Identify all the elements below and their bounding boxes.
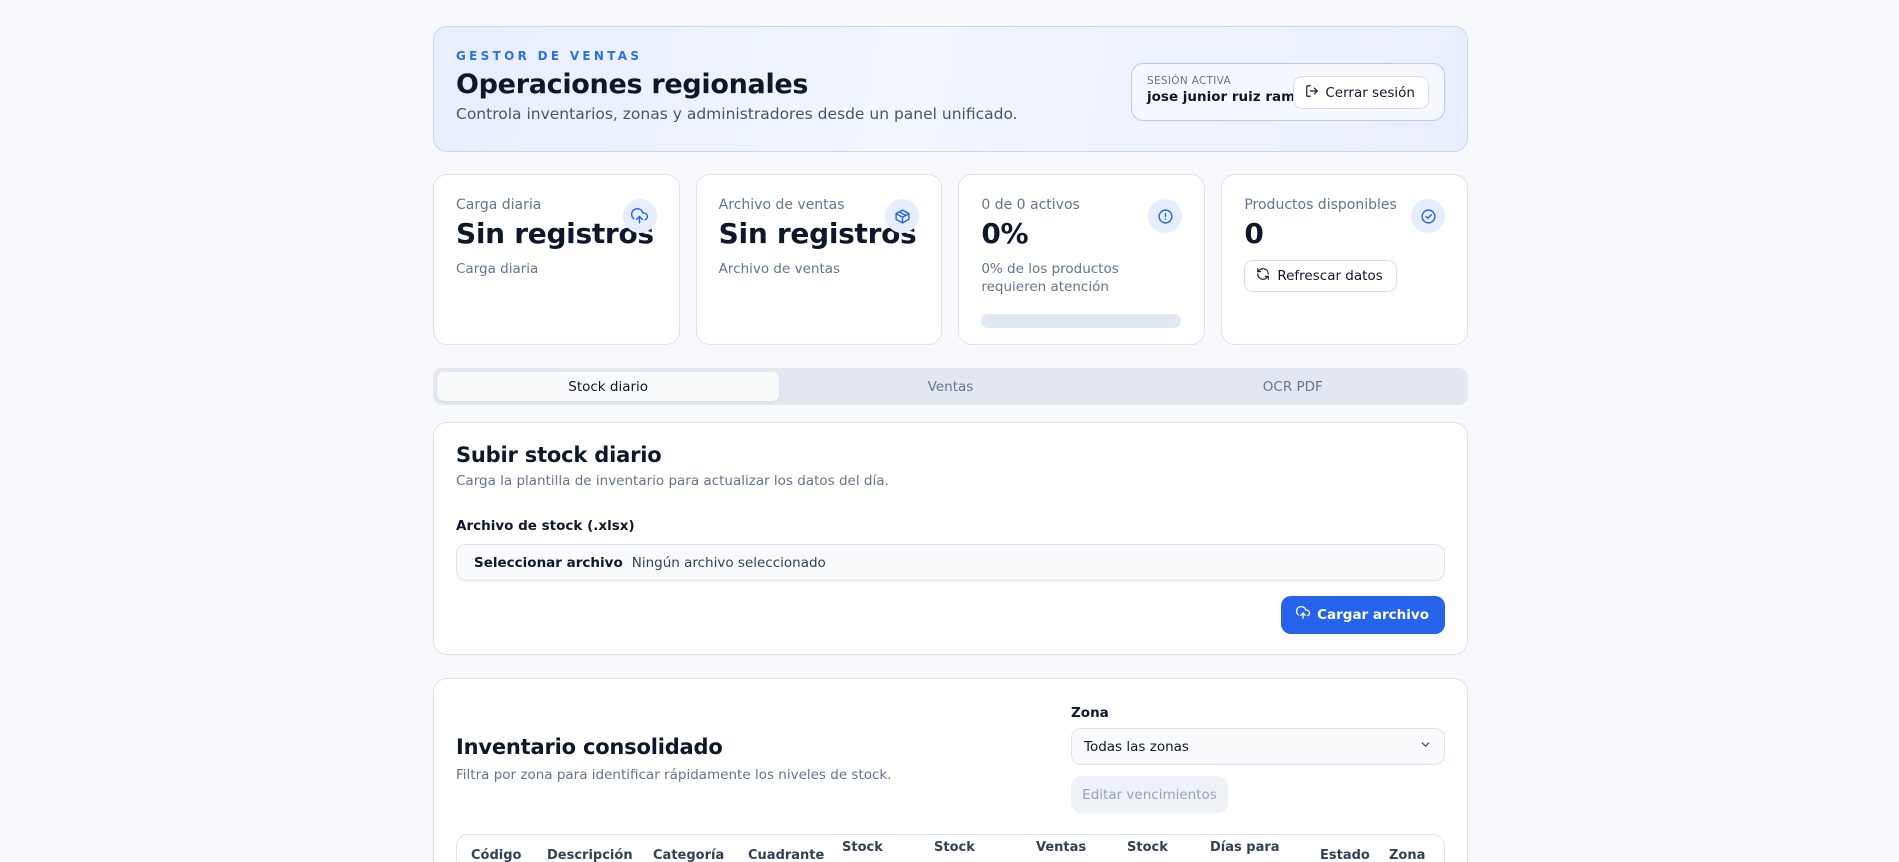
column-header-stock-3[interactable]: Stock bbox=[1127, 839, 1168, 856]
header-banner: GESTOR DE VENTAS Operaciones regionales … bbox=[433, 26, 1468, 152]
upload-file-label: Cargar archivo bbox=[1317, 607, 1429, 623]
inventory-table-header: Código Descripción Categoría Cuadrante S… bbox=[456, 834, 1445, 862]
stat-cards: Carga diaria Sin registros Carga diaria … bbox=[433, 174, 1469, 345]
cloud-upload-icon bbox=[1296, 606, 1311, 624]
column-header-days-to[interactable]: Días para bbox=[1210, 839, 1280, 856]
inventory-title: Inventario consolidado bbox=[456, 735, 723, 759]
check-badge-icon bbox=[1411, 199, 1446, 233]
file-name: Ningún archivo seleccionado bbox=[631, 554, 826, 571]
zone-select[interactable]: Todas las zonas bbox=[1071, 728, 1445, 765]
stat-card-desc: 0% de los productos requieren atención bbox=[981, 261, 1119, 295]
session-box: SESIÓN ACTIVA jose junior ruiz ramos Cer… bbox=[1131, 63, 1445, 121]
column-header-sales[interactable]: Ventas bbox=[1036, 839, 1086, 856]
stat-card-active: 0 de 0 activos 0% 0% de los productos re… bbox=[958, 174, 1206, 345]
logout-icon bbox=[1305, 84, 1319, 102]
app-eyebrow: GESTOR DE VENTAS bbox=[456, 49, 643, 63]
upload-panel: Subir stock diario Carga la plantilla de… bbox=[433, 422, 1468, 655]
column-header-stock-1[interactable]: Stock bbox=[842, 839, 883, 856]
file-input[interactable]: Seleccionar archivo Ningún archivo selec… bbox=[456, 544, 1445, 581]
upload-actions: Cargar archivo bbox=[456, 596, 1445, 634]
zone-label: Zona bbox=[1071, 705, 1109, 721]
tab-stock-diario[interactable]: Stock diario bbox=[437, 372, 780, 401]
stat-card-desc: Archivo de ventas bbox=[718, 261, 841, 277]
upload-title: Subir stock diario bbox=[456, 443, 662, 467]
stat-card-daily-load: Carga diaria Sin registros Carga diaria bbox=[433, 174, 680, 345]
stat-card-products: Productos disponibles 0 Refrescar datos bbox=[1221, 174, 1469, 345]
cloud-upload-icon bbox=[622, 199, 657, 233]
upload-file-button[interactable]: Cargar archivo bbox=[1281, 596, 1445, 634]
stat-card-sales-file: Archivo de ventas Sin registros Archivo … bbox=[695, 174, 943, 345]
refresh-button[interactable]: Refrescar datos bbox=[1244, 260, 1397, 292]
column-header-quadrant[interactable]: Cuadrante bbox=[748, 847, 824, 862]
file-field-label: Archivo de stock (.xlsx) bbox=[456, 518, 635, 534]
zone-select-value: Todas las zonas bbox=[1084, 738, 1189, 755]
inventory-desc: Filtra por zona para identificar rápidam… bbox=[456, 767, 892, 783]
edit-expirations-button[interactable]: Editar vencimientos bbox=[1071, 776, 1228, 813]
inventory-panel: Inventario consolidado Filtra por zona p… bbox=[433, 678, 1468, 862]
tab-ocr-pdf[interactable]: OCR PDF bbox=[1122, 372, 1464, 401]
logout-button[interactable]: Cerrar sesión bbox=[1293, 76, 1429, 109]
column-header-description[interactable]: Descripción bbox=[547, 847, 633, 862]
upload-desc: Carga la plantilla de inventario para ac… bbox=[456, 473, 889, 489]
logout-label: Cerrar sesión bbox=[1325, 84, 1415, 101]
attention-progress-bar bbox=[981, 314, 1182, 328]
column-header-status[interactable]: Estado bbox=[1320, 847, 1370, 862]
refresh-icon bbox=[1256, 267, 1270, 285]
app-shell: GESTOR DE VENTAS Operaciones regionales … bbox=[433, 26, 1469, 862]
tab-ventas[interactable]: Ventas bbox=[779, 372, 1121, 401]
select-file-button[interactable]: Seleccionar archivo bbox=[474, 555, 623, 571]
column-header-category[interactable]: Categoría bbox=[653, 847, 724, 862]
stat-card-desc: Carga diaria bbox=[456, 261, 539, 277]
column-header-code[interactable]: Código bbox=[471, 847, 521, 862]
column-header-stock-2[interactable]: Stock bbox=[934, 839, 975, 856]
refresh-label: Refrescar datos bbox=[1277, 268, 1383, 284]
zone-filter: Zona Todas las zonas Editar vencimientos bbox=[1071, 705, 1445, 813]
tab-bar: Stock diario Ventas OCR PDF bbox=[433, 368, 1468, 405]
chevron-down-icon bbox=[1419, 738, 1432, 755]
column-header-zone[interactable]: Zona bbox=[1389, 847, 1425, 862]
